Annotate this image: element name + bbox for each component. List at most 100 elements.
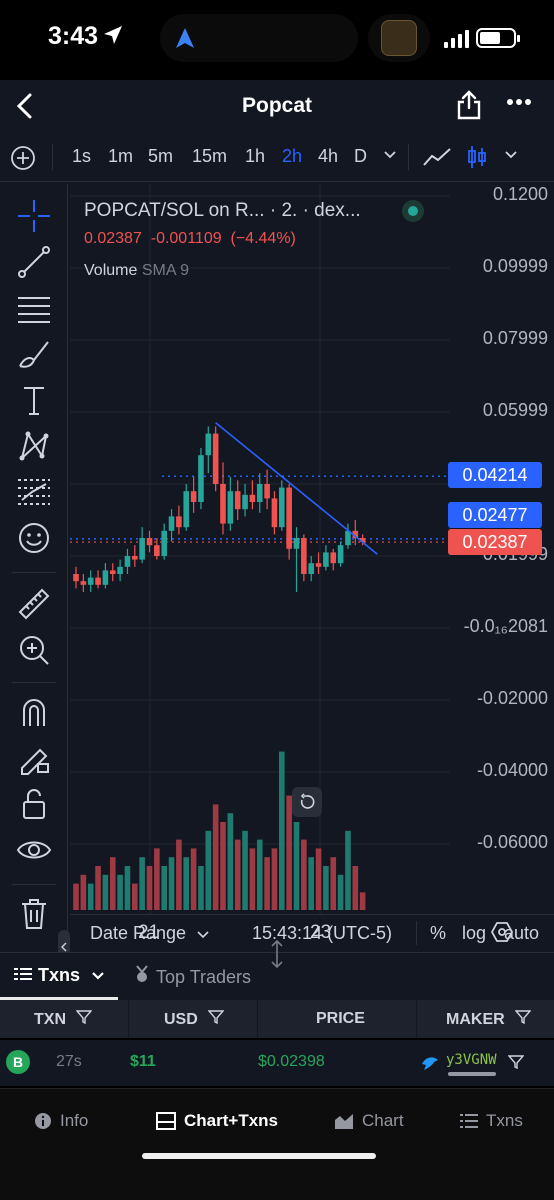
- volume-bar: [242, 830, 248, 910]
- price-tag-line-2: 0.02477: [448, 502, 542, 528]
- zoom-in-icon[interactable]: [16, 632, 52, 668]
- brush-icon[interactable]: [16, 336, 52, 372]
- chevron-down-icon: [92, 972, 104, 980]
- tab-txns[interactable]: Txns: [14, 965, 105, 986]
- candle-body: [220, 484, 226, 524]
- volume-bar: [271, 848, 278, 910]
- share-icon[interactable]: [456, 90, 482, 120]
- unlock-icon[interactable]: [16, 786, 52, 822]
- nav-chart[interactable]: Chart: [334, 1111, 404, 1131]
- reset-chart-button[interactable]: [292, 787, 322, 817]
- app-thumbnail-icon: [381, 20, 417, 56]
- header-price[interactable]: PRICE: [316, 1010, 365, 1028]
- header-txn[interactable]: TXN: [34, 1010, 93, 1029]
- home-indicator[interactable]: [142, 1153, 376, 1159]
- header-txn-label: TXN: [34, 1011, 66, 1028]
- crosshair-icon[interactable]: [16, 198, 52, 234]
- date-range-label: Date Range: [90, 923, 187, 943]
- price-axis-label: 0.07999: [482, 328, 548, 348]
- maker-address[interactable]: y3VGNW: [446, 1052, 497, 1068]
- candle-body: [301, 538, 307, 574]
- volume-bar: [109, 857, 116, 910]
- filter-icon[interactable]: [514, 1010, 532, 1025]
- timeframe-1h[interactable]: 1h: [245, 146, 265, 167]
- volume-bar: [198, 866, 204, 910]
- dynamic-island[interactable]: [160, 14, 358, 62]
- candle-body: [345, 530, 351, 546]
- tab-top-traders[interactable]: Top Traders: [134, 965, 251, 988]
- volume-bar: [87, 883, 94, 910]
- resize-handle-icon[interactable]: [266, 939, 288, 969]
- header-usd[interactable]: USD: [164, 1010, 225, 1029]
- medal-icon: [136, 965, 148, 982]
- candle-body: [256, 484, 263, 502]
- chart-type-dropdown-chevron-icon[interactable]: [504, 150, 518, 160]
- volume-bar: [183, 857, 190, 910]
- price-axis-label: -0.04000: [476, 760, 548, 780]
- log-scale-toggle[interactable]: log: [462, 923, 486, 944]
- timeframe-d[interactable]: D: [354, 146, 367, 167]
- candle-body: [198, 455, 204, 502]
- nav-chart-txns-label: Chart+Txns: [184, 1111, 278, 1130]
- price-axis-label: -0.06000: [476, 832, 548, 852]
- candle-body: [139, 538, 145, 560]
- percent-scale-toggle[interactable]: %: [430, 923, 446, 944]
- timeframe-dropdown-chevron-icon[interactable]: [383, 150, 397, 160]
- volume-bar: [190, 848, 197, 910]
- candle-body: [249, 494, 256, 502]
- volume-label: Volume: [84, 262, 138, 279]
- timeframe-4h[interactable]: 4h: [318, 146, 338, 167]
- table-row[interactable]: B 27s $11 $0.02398 y3VGNW: [0, 1040, 554, 1086]
- volume-bar: [95, 866, 101, 910]
- timeframe-1s[interactable]: 1s: [72, 146, 91, 167]
- more-options-icon[interactable]: [506, 98, 532, 106]
- eye-icon[interactable]: [16, 832, 52, 868]
- horizontal-lines-icon[interactable]: [16, 290, 52, 326]
- txn-price: $0.02398: [258, 1053, 325, 1070]
- line-chart-icon[interactable]: [422, 145, 452, 169]
- auto-scale-toggle[interactable]: auto: [504, 923, 539, 944]
- nav-info[interactable]: Info: [34, 1111, 88, 1131]
- volume-bar: [234, 839, 241, 910]
- live-activity-thumbnail[interactable]: [368, 14, 430, 62]
- emoji-icon[interactable]: [16, 520, 52, 556]
- pattern-tool-icon[interactable]: [16, 428, 52, 464]
- price-tag-last: 0.02387: [448, 529, 542, 555]
- header-maker[interactable]: MAKER: [446, 1010, 532, 1029]
- price-axis-label: -0.02000: [476, 688, 548, 708]
- price-axis-label: -0.0₁₆2081: [463, 616, 548, 636]
- candlestick-chart-icon[interactable]: [466, 144, 488, 170]
- magnet-icon[interactable]: [16, 694, 52, 730]
- timeframe-1m[interactable]: 1m: [108, 146, 133, 167]
- date-range-button[interactable]: Date Range: [90, 923, 209, 944]
- candle-body: [242, 494, 248, 510]
- txn-table-header: TXN USD PRICE MAKER: [0, 1000, 554, 1038]
- forecast-tool-icon[interactable]: [16, 474, 52, 510]
- nav-chart-txns[interactable]: Chart+Txns: [156, 1111, 278, 1131]
- timeframe-2h[interactable]: 2h: [282, 146, 302, 167]
- ruler-icon[interactable]: [16, 586, 52, 622]
- text-tool-icon[interactable]: [16, 382, 52, 418]
- timeframe-15m[interactable]: 15m: [192, 146, 227, 167]
- timeframe-toolbar: 1s 1m 5m 15m 1h 2h 4h D: [0, 132, 554, 182]
- volume-bar: [286, 795, 292, 910]
- candle-body: [279, 487, 285, 528]
- battery-icon: [476, 28, 520, 48]
- filter-icon[interactable]: [207, 1010, 225, 1025]
- header-maker-label: MAKER: [446, 1011, 505, 1028]
- nav-info-label: Info: [60, 1111, 89, 1130]
- filter-icon[interactable]: [75, 1010, 93, 1025]
- nav-txns[interactable]: Txns: [460, 1111, 523, 1131]
- timeframe-5m[interactable]: 5m: [148, 146, 173, 167]
- filter-icon[interactable]: [508, 1055, 524, 1069]
- lock-drawing-icon[interactable]: [16, 740, 52, 776]
- reset-icon: [300, 793, 315, 809]
- nav-chart-label: Chart: [362, 1111, 404, 1130]
- price-plot[interactable]: POPCAT/SOL on R... · 2. · dex... 0.02387…: [70, 184, 554, 952]
- navigation-arrow-icon: [176, 28, 194, 48]
- volume-bar: [168, 857, 175, 910]
- trash-icon[interactable]: [16, 896, 52, 932]
- trend-line-icon[interactable]: [16, 244, 52, 280]
- add-indicator-icon[interactable]: [10, 145, 36, 171]
- bottom-navigation: Info Chart+Txns Chart Txns: [0, 1088, 554, 1200]
